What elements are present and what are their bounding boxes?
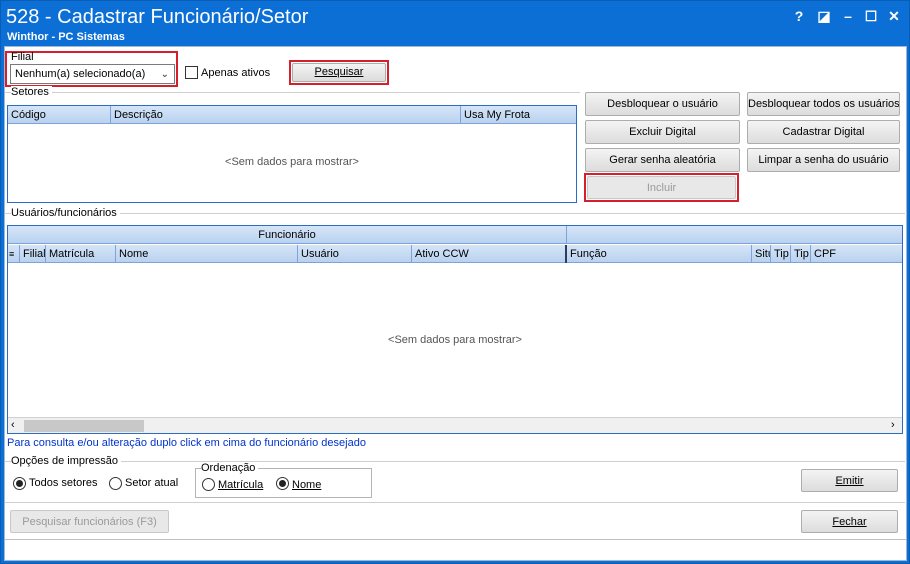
- col-tip-1[interactable]: Tip: [771, 245, 791, 263]
- usuarios-label: Usuários/funcionários: [11, 207, 120, 219]
- form-body: Filial Nenhum(a) selecionado(a) ⌄ Apenas…: [4, 46, 907, 561]
- usuarios-grid[interactable]: Funcionário ≡ Filial Matrícula Nome Usuá…: [7, 225, 903, 434]
- pesquisar-button[interactable]: Pesquisar: [292, 63, 386, 82]
- maximize-icon[interactable]: ☐: [862, 7, 880, 25]
- help-icon[interactable]: ?: [790, 7, 808, 25]
- col-situ[interactable]: Situ: [752, 245, 771, 263]
- scroll-thumb[interactable]: [24, 420, 144, 432]
- col-codigo[interactable]: Código: [8, 106, 111, 124]
- horizontal-scrollbar[interactable]: ‹ ›: [8, 417, 902, 433]
- close-icon[interactable]: ✕: [885, 7, 903, 25]
- restore-icon[interactable]: ◪: [815, 7, 833, 25]
- band-right: [567, 226, 902, 244]
- column-chooser-icon[interactable]: ≡: [8, 245, 20, 263]
- col-nome[interactable]: Nome: [116, 245, 298, 263]
- col-usa-my-frota[interactable]: Usa My Frota: [461, 106, 576, 124]
- setor-atual-label: Setor atual: [125, 477, 179, 489]
- impressao-label: Opções de impressão: [11, 455, 121, 467]
- window-subtitle: Winthor - PC Sistemas: [7, 31, 125, 43]
- apenas-ativos-label: Apenas ativos: [201, 67, 271, 79]
- col-ativo-ccw[interactable]: Ativo CCW: [412, 245, 567, 263]
- cadastrar-digital-button[interactable]: Cadastrar Digital: [747, 120, 900, 144]
- filial-select-value: Nenhum(a) selecionado(a): [15, 68, 146, 80]
- setores-empty-text: <Sem dados para mostrar>: [225, 156, 359, 168]
- incluir-button[interactable]: Incluir: [587, 176, 736, 199]
- setores-header: Código Descrição Usa My Frota: [8, 106, 576, 124]
- nome-radio[interactable]: [276, 477, 289, 490]
- todos-setores-label: Todos setores: [29, 477, 98, 489]
- title-bar: 528 - Cadastrar Funcionário/Setor Wintho…: [1, 1, 909, 45]
- filial-select[interactable]: Nenhum(a) selecionado(a) ⌄: [10, 64, 175, 84]
- chevron-down-icon: ⌄: [160, 69, 169, 80]
- usuarios-header: ≡ Filial Matrícula Nome Usuário Ativo CC…: [8, 245, 902, 263]
- status-bar: [5, 539, 906, 560]
- col-cpf[interactable]: CPF: [811, 245, 902, 263]
- minimize-icon[interactable]: –: [839, 7, 857, 25]
- col-usuario[interactable]: Usuário: [298, 245, 412, 263]
- window-title: 528 - Cadastrar Funcionário/Setor: [6, 6, 309, 28]
- hint-text: Para consulta e/ou alteração duplo click…: [7, 437, 366, 449]
- band-funcionario: Funcionário: [8, 226, 567, 244]
- excluir-digital-button[interactable]: Excluir Digital: [585, 120, 740, 144]
- col-matricula[interactable]: Matrícula: [46, 245, 116, 263]
- apenas-ativos-checkbox[interactable]: [185, 66, 198, 79]
- scroll-right-icon[interactable]: ›: [891, 419, 895, 431]
- limpar-senha-button[interactable]: Limpar a senha do usuário: [747, 148, 900, 172]
- matricula-radio[interactable]: [202, 478, 215, 491]
- pesquisar-funcionarios-button[interactable]: Pesquisar funcionários (F3): [10, 510, 169, 533]
- setores-grid[interactable]: Código Descrição Usa My Frota <Sem dados…: [7, 105, 577, 203]
- nome-label: Nome: [292, 479, 322, 491]
- filial-label: Filial: [11, 51, 34, 63]
- usuarios-band-header: Funcionário: [8, 226, 902, 244]
- fechar-button[interactable]: Fechar: [801, 510, 898, 533]
- usuarios-empty-text: <Sem dados para mostrar>: [388, 334, 522, 346]
- matricula-label: Matrícula: [218, 479, 264, 491]
- emitir-button[interactable]: Emitir: [801, 469, 898, 492]
- gerar-senha-button[interactable]: Gerar senha aleatória: [585, 148, 740, 172]
- col-funcao[interactable]: Função: [567, 245, 752, 263]
- scroll-left-icon[interactable]: ‹: [11, 419, 15, 431]
- col-tip-2[interactable]: Tip: [791, 245, 811, 263]
- col-descricao[interactable]: Descrição: [111, 106, 461, 124]
- desbloquear-todos-button[interactable]: Desbloquear todos os usuários: [747, 92, 900, 116]
- desbloquear-usuario-button[interactable]: Desbloquear o usuário: [585, 92, 740, 116]
- ordenacao-label: Ordenação: [201, 462, 259, 474]
- setor-atual-radio[interactable]: [109, 477, 122, 490]
- col-filial[interactable]: Filial: [20, 245, 46, 263]
- app-window: 528 - Cadastrar Funcionário/Setor Wintho…: [0, 0, 910, 564]
- setores-label: Setores: [11, 86, 52, 98]
- todos-setores-radio[interactable]: [13, 477, 26, 490]
